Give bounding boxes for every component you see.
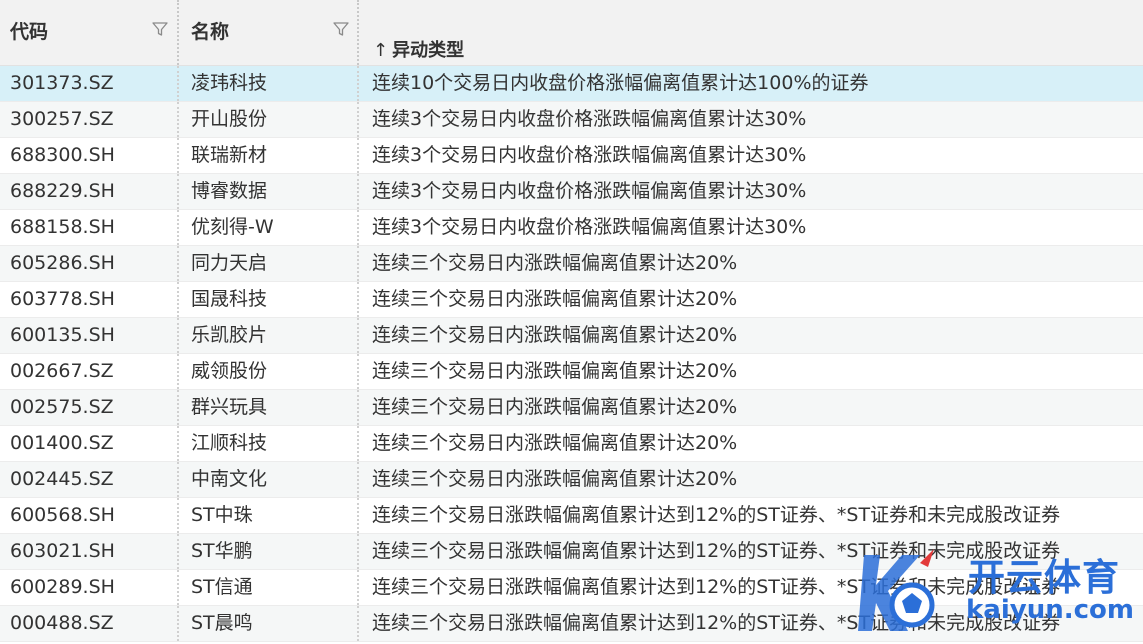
cell-code: 600289.SH: [10, 576, 115, 598]
table-row[interactable]: 300257.SZ 开山股份 连续3个交易日内收盘价格涨跌幅偏离值累计达30%: [0, 102, 1143, 138]
cell-type: 连续三个交易日涨跌幅偏离值累计达到12%的ST证券、*ST证券和未完成股改证券: [357, 498, 1143, 533]
data-table: 代码 名称 ↑ 异动类型 301373.SZ 凌玮科技 连续10个交易日内收盘价格涨幅…: [0, 0, 1143, 642]
table-row[interactable]: 688158.SH 优刻得-W 连续3个交易日内收盘价格涨跌幅偏离值累计达30%: [0, 210, 1143, 246]
table-header: 代码 名称 ↑ 异动类型: [0, 0, 1143, 66]
table-row[interactable]: 688229.SH 博睿数据 连续3个交易日内收盘价格涨跌幅偏离值累计达30%: [0, 174, 1143, 210]
cell-name: 国晟科技: [177, 282, 357, 317]
kaiyun-logo-icon: [858, 549, 935, 631]
cell-name: 优刻得-W: [177, 210, 357, 245]
cell-code: 603778.SH: [10, 288, 115, 310]
sort-ascending-icon[interactable]: ↑: [373, 40, 388, 61]
cell-name: 中南文化: [177, 462, 357, 497]
filter-icon[interactable]: [151, 20, 169, 38]
cell-name: ST华鹏: [177, 534, 357, 569]
watermark-url: kaiyun.com: [966, 595, 1134, 625]
cell-name: ST晨鸣: [177, 606, 357, 641]
table-row[interactable]: 603778.SH 国晟科技 连续三个交易日内涨跌幅偏离值累计达20%: [0, 282, 1143, 318]
cell-name: 乐凯胶片: [177, 318, 357, 353]
cell-type: 连续三个交易日内涨跌幅偏离值累计达20%: [357, 390, 1143, 425]
watermark-title: 开云体育: [968, 556, 1120, 599]
cell-name: 江顺科技: [177, 426, 357, 461]
table-row[interactable]: 688300.SH 联瑞新材 连续3个交易日内收盘价格涨跌幅偏离值累计达30%: [0, 138, 1143, 174]
cell-code: 001400.SZ: [10, 432, 114, 454]
table-row[interactable]: 600568.SH ST中珠 连续三个交易日涨跌幅偏离值累计达到12%的ST证券、*…: [0, 498, 1143, 534]
cell-type: 连续3个交易日内收盘价格涨跌幅偏离值累计达30%: [357, 210, 1143, 245]
table-row[interactable]: 600135.SH 乐凯胶片 连续三个交易日内涨跌幅偏离值累计达20%: [0, 318, 1143, 354]
cell-name: 群兴玩具: [177, 390, 357, 425]
cell-type: 连续三个交易日内涨跌幅偏离值累计达20%: [357, 282, 1143, 317]
table-row[interactable]: 002575.SZ 群兴玩具 连续三个交易日内涨跌幅偏离值累计达20%: [0, 390, 1143, 426]
cell-name: ST中珠: [177, 498, 357, 533]
column-title-name: 名称: [191, 21, 230, 43]
column-header-type[interactable]: ↑ 异动类型: [357, 0, 1143, 65]
column-title-type: ↑ 异动类型: [373, 36, 464, 62]
cell-name: 同力天启: [177, 246, 357, 281]
cell-type: 连续3个交易日内收盘价格涨跌幅偏离值累计达30%: [357, 174, 1143, 209]
cell-code: 600568.SH: [10, 504, 115, 526]
table-row[interactable]: 002445.SZ 中南文化 连续三个交易日内涨跌幅偏离值累计达20%: [0, 462, 1143, 498]
column-header-code[interactable]: 代码: [0, 0, 177, 65]
cell-name: ST信通: [177, 570, 357, 605]
cell-type: 连续三个交易日内涨跌幅偏离值累计达20%: [357, 318, 1143, 353]
cell-type: 连续10个交易日内收盘价格涨幅偏离值累计达100%的证券: [357, 66, 1143, 101]
cell-code: 002575.SZ: [10, 396, 114, 418]
cell-code: 002445.SZ: [10, 468, 114, 490]
cell-type: 连续3个交易日内收盘价格涨跌幅偏离值累计达30%: [357, 138, 1143, 173]
cell-code: 605286.SH: [10, 252, 115, 274]
watermark: 开云体育 kaiyun.com: [858, 543, 1143, 644]
column-title-type-label: 异动类型: [392, 40, 465, 61]
table-row[interactable]: 605286.SH 同力天启 连续三个交易日内涨跌幅偏离值累计达20%: [0, 246, 1143, 282]
cell-code: 688300.SH: [10, 144, 115, 166]
table-row[interactable]: 001400.SZ 江顺科技 连续三个交易日内涨跌幅偏离值累计达20%: [0, 426, 1143, 462]
cell-code: 002667.SZ: [10, 360, 114, 382]
cell-code: 301373.SZ: [10, 72, 114, 94]
cell-code: 688158.SH: [10, 216, 115, 238]
cell-name: 博睿数据: [177, 174, 357, 209]
cell-type: 连续三个交易日内涨跌幅偏离值累计达20%: [357, 462, 1143, 497]
cell-code: 000488.SZ: [10, 612, 114, 634]
cell-name: 开山股份: [177, 102, 357, 137]
cell-code: 603021.SH: [10, 540, 115, 562]
table-row[interactable]: 002667.SZ 威领股份 连续三个交易日内涨跌幅偏离值累计达20%: [0, 354, 1143, 390]
cell-code: 600135.SH: [10, 324, 115, 346]
column-title-code: 代码: [10, 21, 49, 43]
table-row[interactable]: 301373.SZ 凌玮科技 连续10个交易日内收盘价格涨幅偏离值累计达100%的证…: [0, 66, 1143, 102]
cell-type: 连续三个交易日内涨跌幅偏离值累计达20%: [357, 426, 1143, 461]
cell-name: 凌玮科技: [177, 66, 357, 101]
cell-name: 威领股份: [177, 354, 357, 389]
cell-type: 连续三个交易日内涨跌幅偏离值累计达20%: [357, 246, 1143, 281]
column-header-name[interactable]: 名称: [177, 0, 357, 65]
cell-code: 300257.SZ: [10, 108, 114, 130]
cell-type: 连续三个交易日内涨跌幅偏离值累计达20%: [357, 354, 1143, 389]
cell-type: 连续3个交易日内收盘价格涨跌幅偏离值累计达30%: [357, 102, 1143, 137]
cell-code: 688229.SH: [10, 180, 115, 202]
filter-icon[interactable]: [332, 20, 350, 38]
cell-name: 联瑞新材: [177, 138, 357, 173]
